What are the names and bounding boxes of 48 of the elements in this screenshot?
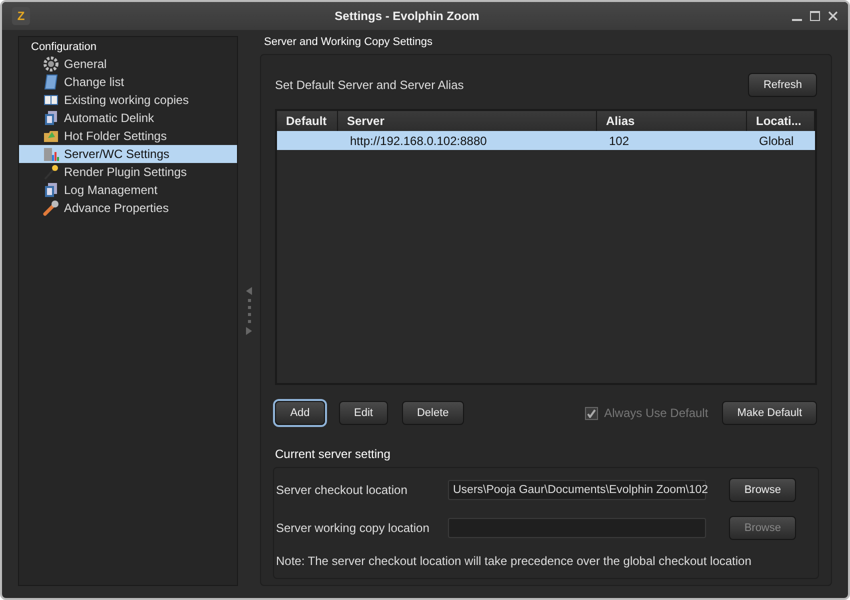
sidebar-item[interactable]: General xyxy=(19,55,238,73)
server-icon xyxy=(43,146,59,162)
table-cell-text: Global xyxy=(758,134,795,148)
browse-button[interactable]: Browse xyxy=(729,478,796,502)
checkbox-label: Always Use Default xyxy=(604,406,708,420)
refresh-button[interactable]: Refresh xyxy=(748,73,817,97)
column-header[interactable]: Locati... xyxy=(747,111,815,131)
expand-right-icon[interactable] xyxy=(246,327,252,335)
section-caption: Set Default Server and Server Alias xyxy=(275,78,464,92)
sidebar-item[interactable]: Render Plugin Settings xyxy=(19,163,238,181)
documents-icon xyxy=(43,110,59,126)
gear-icon xyxy=(43,56,59,72)
document-icon xyxy=(43,74,59,90)
action-button[interactable]: Delete xyxy=(402,401,464,425)
sidebar-item[interactable]: Log Management xyxy=(19,181,238,199)
sidebar-title: Configuration xyxy=(31,41,98,55)
table-row[interactable]: http://192.168.0.102:8880 102 Global xyxy=(277,131,815,150)
path-field[interactable] xyxy=(448,518,706,538)
folder-icon xyxy=(43,128,59,144)
table-cell-text: 102 xyxy=(608,134,630,148)
field-label: Server working copy location xyxy=(276,521,430,535)
wand-icon xyxy=(43,164,59,180)
app-logo: Z xyxy=(12,7,30,25)
book-icon xyxy=(43,92,59,108)
close-icon[interactable] xyxy=(828,11,838,21)
column-header[interactable]: Server xyxy=(338,111,597,131)
maximize-icon[interactable] xyxy=(810,11,820,21)
note-text: Note: The server checkout location will take precedence over the global checkout location xyxy=(276,554,752,568)
sidebar-item[interactable]: Advance Properties xyxy=(19,199,238,217)
sidebar-item[interactable]: Existing working copies xyxy=(19,91,238,109)
path-field[interactable]: Users\Pooja Gaur\Documents\Evolphin Zoom\102 xyxy=(448,480,706,500)
sidebar-item[interactable]: Automatic Delink xyxy=(19,109,238,127)
field-label: Server checkout location xyxy=(276,483,408,497)
action-button[interactable]: Edit xyxy=(339,401,388,425)
sidebar-item[interactable]: Hot Folder Settings xyxy=(19,127,238,145)
table-cell-text: http://192.168.0.102:8880 xyxy=(349,134,488,148)
collapse-left-icon[interactable] xyxy=(246,287,252,295)
sidebar-item[interactable]: Server/WC Settings xyxy=(19,145,238,163)
subsection-title: Current server setting xyxy=(275,447,392,461)
column-header[interactable]: Alias xyxy=(597,111,747,131)
window-title: Settings - Evolphin Zoom xyxy=(334,9,480,23)
column-header[interactable]: Default xyxy=(277,111,338,131)
documents-icon xyxy=(43,182,59,198)
action-button[interactable]: Add xyxy=(275,401,325,425)
make-default-button[interactable]: Make Default xyxy=(722,401,817,425)
sidebar-item[interactable]: Change list xyxy=(19,73,238,91)
wrench-icon xyxy=(43,200,59,216)
section-title: Server and Working Copy Settings xyxy=(264,36,434,48)
